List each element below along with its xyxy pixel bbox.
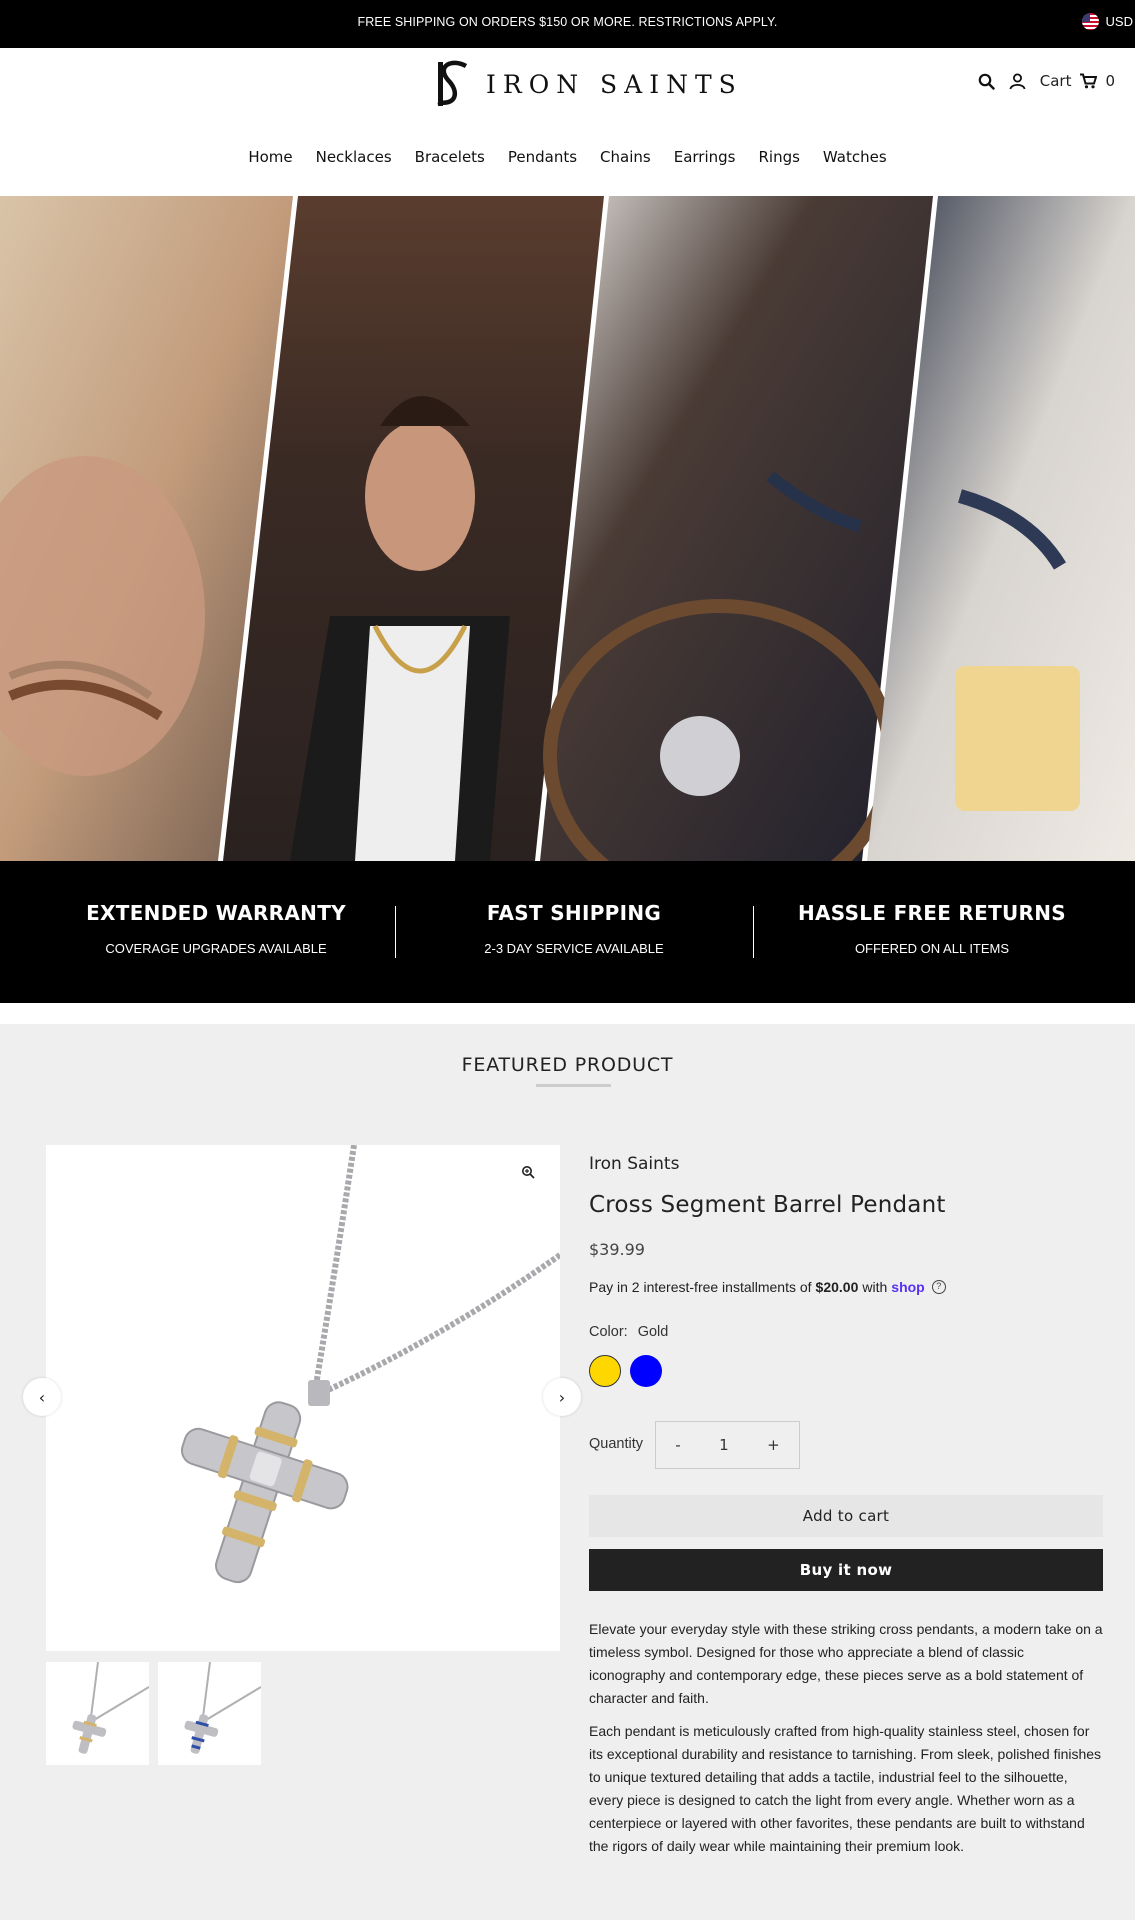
product-main-image[interactable] bbox=[46, 1144, 562, 1651]
nav-item-rings[interactable]: Rings bbox=[758, 148, 799, 166]
search-icon[interactable] bbox=[978, 73, 995, 90]
cart-label: Cart bbox=[1039, 72, 1072, 90]
cart-link[interactable]: Cart 0 bbox=[1040, 72, 1115, 90]
swatch-gold[interactable] bbox=[589, 1355, 621, 1387]
logo[interactable]: IRON SAINTS bbox=[432, 60, 743, 108]
featured-product-section: FEATURED PRODUCT ‹ › Iron Saints Cross S… bbox=[0, 1024, 1135, 1920]
nav-item-watches[interactable]: Watches bbox=[823, 148, 887, 166]
shop-pay-logo: shop bbox=[891, 1279, 925, 1295]
announcement-text: FREE SHIPPING ON ORDERS $150 OR MORE. RE… bbox=[357, 15, 778, 29]
main-nav: Home Necklaces Bracelets Pendants Chains… bbox=[0, 148, 1135, 166]
quantity-stepper: - 1 + bbox=[655, 1421, 800, 1469]
logo-text: IRON SAINTS bbox=[486, 69, 743, 99]
thumbnail-image bbox=[184, 1661, 262, 1754]
trust-subtitle: COVERAGE UPGRADES AVAILABLE bbox=[105, 941, 327, 956]
buy-it-now-button[interactable]: Buy it now bbox=[589, 1549, 1103, 1591]
quantity-label: Quantity bbox=[589, 1436, 643, 1452]
zoom-icon[interactable] bbox=[521, 1165, 535, 1179]
product-thumbnail-gold[interactable] bbox=[46, 1661, 150, 1765]
nav-item-earrings[interactable]: Earrings bbox=[674, 148, 736, 166]
color-label-row: Color: Gold bbox=[589, 1324, 668, 1340]
product-thumbnail-blue[interactable] bbox=[158, 1661, 262, 1765]
quantity-decrease-button[interactable]: - bbox=[675, 1436, 680, 1454]
product-vendor[interactable]: Iron Saints bbox=[589, 1154, 679, 1174]
installments-with: with bbox=[862, 1279, 888, 1295]
chevron-right-icon: › bbox=[558, 1387, 566, 1407]
announcement-bar: FREE SHIPPING ON ORDERS $150 OR MORE. RE… bbox=[0, 0, 1135, 48]
product-description: Elevate your everyday style with these s… bbox=[589, 1618, 1103, 1858]
section-title: FEATURED PRODUCT bbox=[461, 1054, 674, 1076]
section-title-underline bbox=[536, 1084, 611, 1087]
hero-collage-image bbox=[0, 196, 1135, 861]
header-utilities: Cart 0 bbox=[978, 72, 1115, 90]
color-value: Gold bbox=[637, 1324, 669, 1340]
trust-subtitle: 2-3 DAY SERVICE AVAILABLE bbox=[484, 941, 664, 956]
add-to-cart-button[interactable]: Add to cart bbox=[589, 1495, 1103, 1537]
cart-icon bbox=[1080, 73, 1098, 89]
product-price: $39.99 bbox=[589, 1240, 645, 1259]
currency-label: USD bbox=[1105, 14, 1133, 29]
installments-text: Pay in 2 interest-free installments of bbox=[589, 1279, 812, 1295]
nav-item-chains[interactable]: Chains bbox=[600, 148, 651, 166]
prev-image-button[interactable]: ‹ bbox=[23, 1378, 61, 1416]
trust-title: FAST SHIPPING bbox=[486, 901, 662, 925]
currency-selector[interactable]: USD bbox=[1081, 13, 1133, 30]
us-flag-icon bbox=[1081, 13, 1099, 30]
trust-title: HASSLE FREE RETURNS bbox=[797, 901, 1067, 925]
trust-item-shipping: FAST SHIPPING 2-3 DAY SERVICE AVAILABLE bbox=[395, 901, 753, 956]
chevron-left-icon: ‹ bbox=[38, 1387, 46, 1407]
hero-banner[interactable] bbox=[0, 196, 1135, 861]
installment-amount: $20.00 bbox=[815, 1279, 859, 1295]
product-title[interactable]: Cross Segment Barrel Pendant bbox=[589, 1192, 946, 1218]
info-icon[interactable]: ? bbox=[931, 1280, 946, 1294]
swatch-blue[interactable] bbox=[630, 1355, 662, 1387]
thumbnail-image bbox=[72, 1661, 150, 1754]
logo-mark-icon bbox=[437, 60, 468, 106]
cart-count: 0 bbox=[1105, 72, 1115, 90]
nav-item-necklaces[interactable]: Necklaces bbox=[316, 148, 392, 166]
trust-item-warranty: EXTENDED WARRANTY COVERAGE UPGRADES AVAI… bbox=[37, 901, 395, 956]
account-icon[interactable] bbox=[1009, 73, 1026, 90]
next-image-button[interactable]: › bbox=[543, 1378, 581, 1416]
description-paragraph: Each pendant is meticulously crafted fro… bbox=[589, 1723, 1102, 1854]
pendant-image bbox=[180, 1144, 562, 1584]
description-paragraph: Elevate your everyday style with these s… bbox=[589, 1621, 1103, 1706]
nav-item-pendants[interactable]: Pendants bbox=[508, 148, 577, 166]
trust-item-returns: HASSLE FREE RETURNS OFFERED ON ALL ITEMS bbox=[753, 901, 1111, 956]
site-header: IRON SAINTS Cart 0 Home Necklaces Bracel… bbox=[0, 48, 1135, 196]
nav-item-bracelets[interactable]: Bracelets bbox=[415, 148, 485, 166]
trust-subtitle: OFFERED ON ALL ITEMS bbox=[854, 941, 1010, 956]
shop-pay-installments: Pay in 2 interest-free installments of $… bbox=[589, 1279, 946, 1295]
quantity-increase-button[interactable]: + bbox=[767, 1436, 780, 1454]
trust-strip: EXTENDED WARRANTY COVERAGE UPGRADES AVAI… bbox=[0, 861, 1135, 1003]
nav-item-home[interactable]: Home bbox=[248, 148, 292, 166]
trust-title: EXTENDED WARRANTY bbox=[86, 901, 346, 925]
color-label: Color: bbox=[589, 1324, 628, 1340]
quantity-input[interactable]: 1 bbox=[719, 1436, 729, 1454]
